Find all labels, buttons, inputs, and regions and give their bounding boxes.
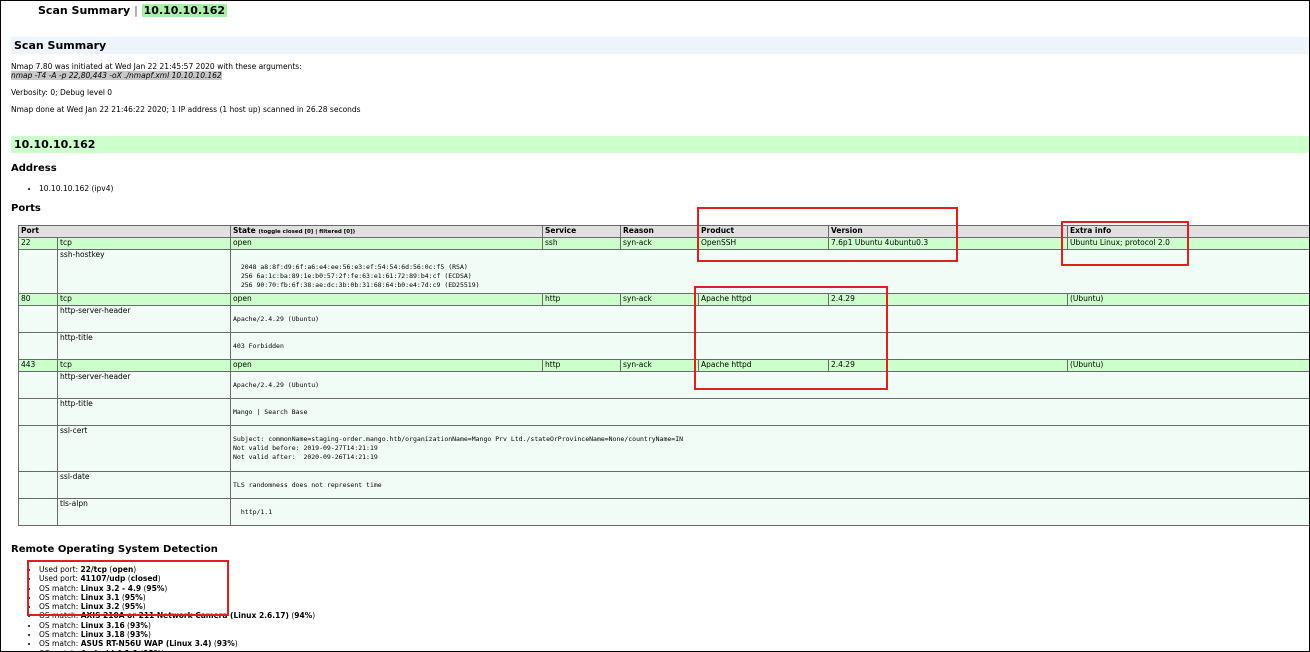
script-row: http-server-header Apache/2.4.29 (Ubuntu) <box>18 371 1309 399</box>
extra-info-cell: (Ubuntu) <box>1067 359 1309 372</box>
script-id-cell: ssh-hostkey <box>57 249 231 294</box>
address-heading: Address <box>11 163 57 174</box>
script-output-cell: Subject: commonName=staging-order.mango.… <box>230 425 1309 472</box>
state-cell: open <box>230 237 543 250</box>
port-number-cell: 22 <box>18 237 58 250</box>
service-column-header: Service <box>542 225 621 238</box>
script-output-cell: TLS randomness does not represent time <box>230 471 1309 499</box>
state-header-label: State <box>233 226 256 236</box>
script-indent-cell <box>18 371 58 399</box>
os-item-value: Linux 3.16 <box>80 620 125 630</box>
script-indent-cell <box>18 249 58 294</box>
nav-host-link[interactable]: 10.10.10.162 <box>141 4 228 17</box>
script-row: http-title 403 Forbidden <box>18 332 1309 360</box>
top-navigation: Scan Summary | 10.10.10.162 <box>38 4 228 17</box>
service-cell: http <box>542 359 621 372</box>
reason-cell: syn-ack <box>620 293 699 306</box>
nav-scan-summary-link[interactable]: Scan Summary <box>38 4 130 17</box>
os-detection-item: OS match: Linux 3.16 (93%) <box>39 621 315 630</box>
verbosity-text: Verbosity: 0; Debug level 0 <box>11 88 113 97</box>
os-item-paren-close: ) <box>147 620 151 630</box>
os-item-paren-close: ) <box>312 611 316 621</box>
port-row: 443 tcp open http syn-ack Apache httpd 2.4.29(… <box>18 359 1309 372</box>
script-id-cell: ssl-cert <box>57 425 231 472</box>
script-row: http-server-header Apache/2.4.29 (Ubuntu) <box>18 305 1309 333</box>
port-column-header: Port <box>18 225 231 238</box>
script-indent-cell <box>18 425 58 472</box>
service-cell: http <box>542 293 621 306</box>
address-list: 10.10.10.162 (ipv4) <box>29 184 113 193</box>
script-id-cell: http-title <box>57 398 231 426</box>
apache-version-highlight-box <box>694 286 888 390</box>
script-indent-cell <box>18 332 58 360</box>
script-id-cell: tls-alpn <box>57 498 231 526</box>
protocol-cell: tcp <box>57 293 231 306</box>
os-item-value: Linux 3.18 <box>80 630 125 640</box>
script-indent-cell <box>18 471 58 499</box>
script-indent-cell <box>18 305 58 333</box>
service-cell: ssh <box>542 237 621 250</box>
nav-separator: | <box>134 4 138 17</box>
port-row: 80 tcp open http syn-ack Apache httpd 2.4.29 (U… <box>18 293 1309 306</box>
os-item-value: ASUS RT-N56U WAP (Linux 3.4) <box>80 639 212 649</box>
port-number-cell: 80 <box>18 293 58 306</box>
script-id-cell: ssl-date <box>57 471 231 499</box>
script-indent-cell <box>18 398 58 426</box>
os-item-detail: 94% <box>294 611 313 621</box>
os-item-detail: 93% <box>216 639 235 649</box>
reason-cell: syn-ack <box>620 237 699 250</box>
script-id-cell: http-title <box>57 332 231 360</box>
os-item-paren-close: ) <box>234 639 238 649</box>
script-row: ssl-cert Subject: commonName=staging-orde… <box>18 425 1309 472</box>
script-row: http-title Mango | Search Base <box>18 398 1309 426</box>
script-id-cell: http-server-header <box>57 371 231 399</box>
script-row: ssl-date TLS randomness does not represen… <box>18 471 1309 499</box>
ports-table: Port State (toggle closed [0] | filtered… <box>18 225 1309 526</box>
script-id-cell: http-server-header <box>57 305 231 333</box>
script-indent-cell <box>18 498 58 526</box>
os-item-label: OS match: <box>39 620 81 630</box>
scan-initiated-text: Nmap 7.80 was initiated at Wed Jan 22 21… <box>11 62 302 80</box>
os-ports-highlight-box <box>27 560 229 616</box>
script-row: tls-alpn http/1.1 <box>18 498 1309 526</box>
script-output-cell: Mango | Search Base <box>230 398 1309 426</box>
os-item-detail: 93% <box>129 620 148 630</box>
os-item-paren-close: ) <box>147 630 151 640</box>
scan-done-text: Nmap done at Wed Jan 22 21:46:22 2020; 1… <box>11 105 361 114</box>
state-column-header: State (toggle closed [0] | filtered [0]) <box>230 225 543 238</box>
toggle-closed-filtered-link[interactable]: (toggle closed [0] | filtered [0]) <box>258 229 355 235</box>
os-item-label: OS match: <box>39 639 81 649</box>
os-item-label: OS match: <box>39 630 81 640</box>
host-heading: 10.10.10.162 <box>11 136 1309 153</box>
os-detection-item: OS match: Linux 3.18 (93%) <box>39 630 315 639</box>
product-version-highlight-box <box>697 207 958 262</box>
os-detection-heading: Remote Operating System Detection <box>11 544 218 555</box>
reason-column-header: Reason <box>620 225 699 238</box>
os-item-detail: 93% <box>129 630 148 640</box>
reason-cell: syn-ack <box>620 359 699 372</box>
protocol-cell: tcp <box>57 237 231 250</box>
script-output-cell: http/1.1 <box>230 498 1309 526</box>
os-detection-item: OS match: ASUS RT-N56U WAP (Linux 3.4) (… <box>39 639 315 648</box>
extra-info-cell: (Ubuntu) <box>1067 293 1309 306</box>
state-cell: open <box>230 293 543 306</box>
scan-initiated-line: Nmap 7.80 was initiated at Wed Jan 22 21… <box>11 62 302 71</box>
address-item: 10.10.10.162 (ipv4) <box>39 184 113 193</box>
ports-heading: Ports <box>11 203 41 214</box>
scan-summary-heading: Scan Summary <box>11 37 1309 54</box>
extra-info-highlight-box <box>1061 221 1189 266</box>
nmap-report-page: Scan Summary | 10.10.10.162 Scan Summary… <box>0 0 1310 652</box>
state-cell: open <box>230 359 543 372</box>
protocol-cell: tcp <box>57 359 231 372</box>
port-number-cell: 443 <box>18 359 58 372</box>
scan-arguments: nmap -T4 -A -p 22,80,443 -oX ./nmapf.xml… <box>11 71 222 80</box>
